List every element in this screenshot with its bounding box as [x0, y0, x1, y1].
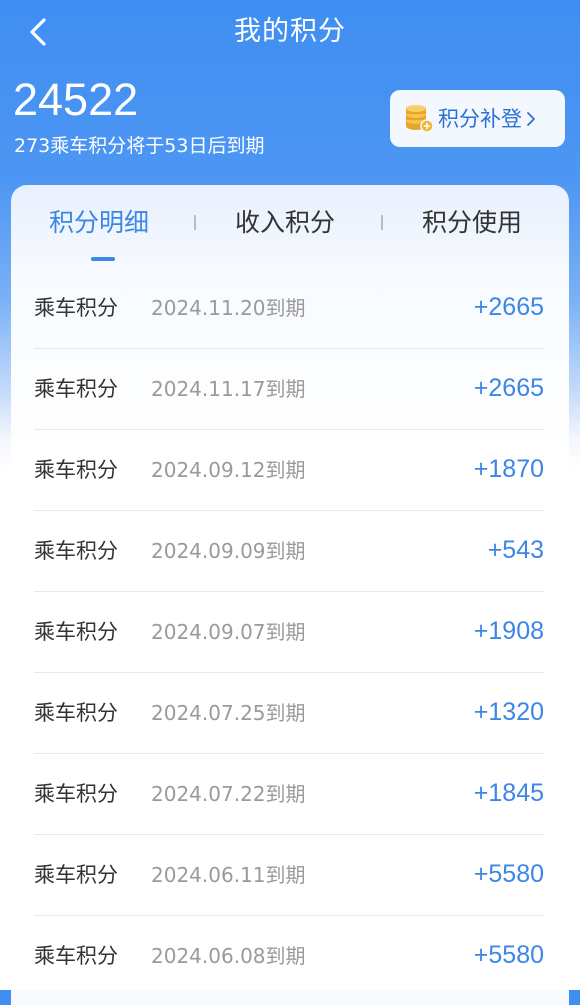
record-row[interactable]: 乘车积分 2024.09.12到期 +1870: [34, 430, 544, 511]
page-title: 我的积分: [234, 16, 346, 47]
record-type: 乘车积分: [34, 863, 118, 887]
record-type: 乘车积分: [34, 458, 118, 482]
record-amount: +5580: [473, 941, 544, 969]
record-amount: +543: [487, 536, 544, 564]
tab-income-points[interactable]: 收入积分: [235, 205, 335, 241]
record-amount: +1320: [473, 698, 544, 726]
record-amount: +5580: [473, 860, 544, 888]
record-expire-date: 2024.11.17到期: [151, 377, 306, 401]
record-type: 乘车积分: [34, 782, 118, 806]
record-type: 乘车积分: [34, 296, 118, 320]
record-row[interactable]: 乘车积分 2024.11.20到期 +2665: [34, 268, 544, 349]
record-expire-date: 2024.09.12到期: [151, 458, 306, 482]
record-type: 乘车积分: [34, 701, 118, 725]
chevron-right-icon: [527, 111, 535, 126]
record-row[interactable]: 乘车积分 2024.07.22到期 +1845: [34, 754, 544, 835]
points-supplement-label: 积分补登: [438, 106, 522, 131]
record-row[interactable]: 乘车积分 2024.06.08到期 +5580: [34, 916, 544, 996]
record-row[interactable]: 乘车积分 2024.06.11到期 +5580: [34, 835, 544, 916]
record-row[interactable]: 乘车积分 2024.11.17到期 +2665: [34, 349, 544, 430]
record-type: 乘车积分: [34, 377, 118, 401]
record-amount: +2665: [473, 293, 544, 321]
coins-icon: [406, 104, 434, 133]
header: 我的积分: [0, 0, 580, 64]
expire-note: 273乘车积分将于53日后到期: [14, 135, 265, 157]
tab-points-detail[interactable]: 积分明细: [49, 205, 149, 241]
tab-points-usage[interactable]: 积分使用: [422, 205, 522, 241]
record-amount: +1870: [473, 455, 544, 483]
record-row[interactable]: 乘车积分 2024.09.09到期 +543: [34, 511, 544, 592]
record-expire-date: 2024.07.22到期: [151, 782, 306, 806]
record-row[interactable]: 乘车积分 2024.07.25到期 +1320: [34, 673, 544, 754]
tab-bar: 积分明细 收入积分 积分使用: [11, 185, 569, 265]
points-record-list: 乘车积分 2024.11.20到期 +2665 乘车积分 2024.11.17到…: [34, 268, 544, 996]
tab-divider: [194, 215, 196, 230]
points-supplement-button[interactable]: 积分补登: [390, 90, 565, 147]
record-row[interactable]: 乘车积分 2024.09.07到期 +1908: [34, 592, 544, 673]
record-expire-date: 2024.09.07到期: [151, 620, 306, 644]
record-expire-date: 2024.06.11到期: [151, 863, 306, 887]
record-amount: +1908: [473, 617, 544, 645]
record-type: 乘车积分: [34, 944, 118, 968]
record-type: 乘车积分: [34, 539, 118, 563]
record-amount: +1845: [473, 779, 544, 807]
record-type: 乘车积分: [34, 620, 118, 644]
record-expire-date: 2024.09.09到期: [151, 539, 306, 563]
record-amount: +2665: [473, 374, 544, 402]
points-total: 24522: [13, 74, 139, 125]
record-expire-date: 2024.11.20到期: [151, 296, 306, 320]
tab-divider: [381, 215, 383, 230]
active-tab-indicator: [91, 257, 115, 261]
record-expire-date: 2024.07.25到期: [151, 701, 306, 725]
record-expire-date: 2024.06.08到期: [151, 944, 306, 968]
